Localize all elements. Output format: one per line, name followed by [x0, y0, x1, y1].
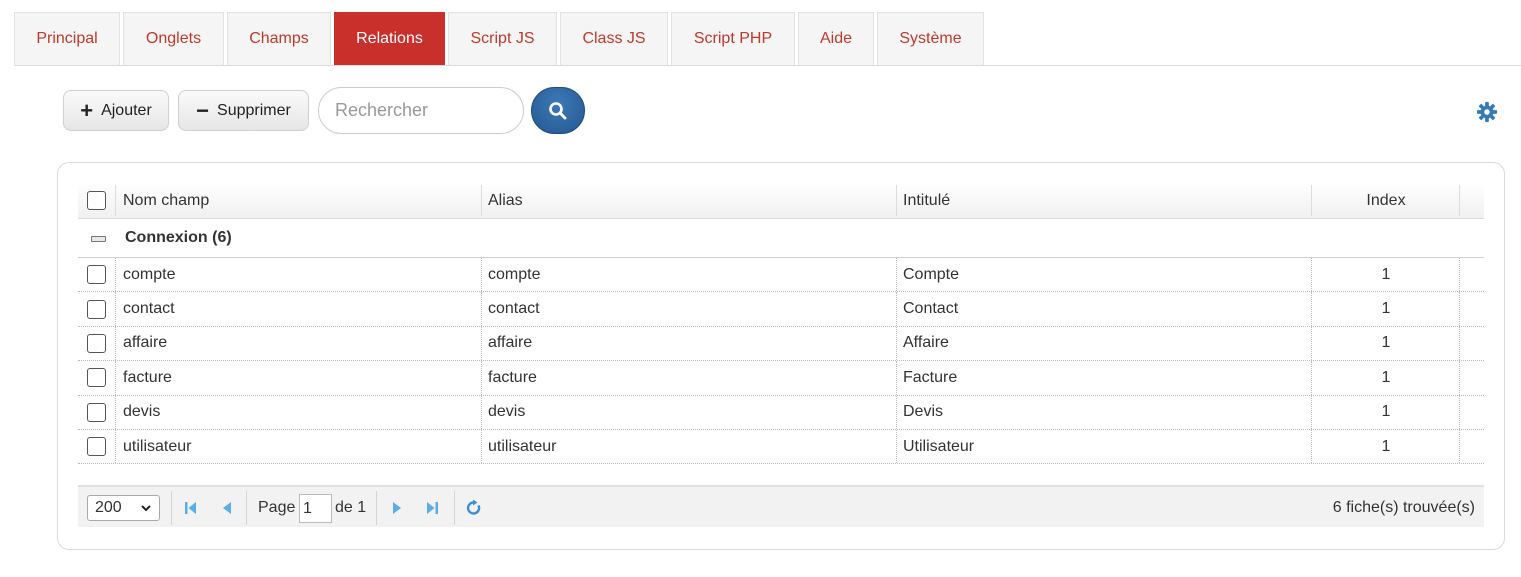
cell-intitule: Compte	[903, 265, 960, 283]
gear-icon[interactable]	[1476, 101, 1498, 123]
pager: 200 Page de 1 6 fiche(s) trouvée(s)	[78, 485, 1484, 527]
records-count: 6 fiche(s) trouvée(s)	[1332, 499, 1475, 516]
tab-systeme[interactable]: Système	[877, 12, 984, 65]
cell-index: 1	[1381, 437, 1391, 455]
row-checkbox[interactable]	[87, 437, 106, 457]
search-icon	[549, 101, 567, 119]
row-checkbox[interactable]	[87, 265, 106, 285]
add-button[interactable]: + Ajouter	[63, 90, 169, 131]
row-checkbox[interactable]	[87, 299, 106, 319]
grid-panel: Nom champ Alias Intitulé Index Connexion…	[57, 162, 1505, 550]
group-label: Connexion (6)	[125, 229, 232, 246]
row-checkbox[interactable]	[87, 333, 106, 353]
last-page-icon[interactable]	[423, 499, 441, 517]
relations-grid: Nom champ Alias Intitulé Index Connexion…	[78, 183, 1484, 465]
delete-button[interactable]: − Supprimer	[178, 90, 309, 131]
cell-index: 1	[1381, 368, 1391, 386]
cell-alias: devis	[488, 403, 526, 421]
page-number-input[interactable]	[299, 494, 332, 523]
row-checkbox[interactable]	[87, 368, 106, 388]
column-header-nom-champ[interactable]: Nom champ	[123, 183, 209, 218]
minus-icon: −	[196, 97, 210, 123]
cell-index: 1	[1381, 300, 1391, 318]
tab-onglets[interactable]: Onglets	[123, 12, 224, 65]
table-row[interactable]: contact contact Contact 1	[78, 292, 1484, 327]
prev-page-icon[interactable]	[218, 499, 236, 517]
cell-alias: contact	[488, 300, 540, 318]
cell-alias: facture	[488, 368, 537, 386]
cell-alias: affaire	[488, 334, 533, 352]
cell-intitule: Devis	[903, 403, 944, 421]
cell-intitule: Affaire	[903, 334, 949, 352]
cell-intitule: Facture	[903, 368, 958, 386]
cell-alias: compte	[488, 265, 541, 283]
cell-nom-champ: compte	[123, 265, 176, 283]
cell-nom-champ: facture	[123, 368, 172, 386]
tab-bar: Principal Onglets Champs Relations Scrip…	[14, 12, 1521, 66]
table-row[interactable]: utilisateur utilisateur Utilisateur 1	[78, 429, 1484, 465]
refresh-icon[interactable]	[465, 499, 483, 517]
cell-intitule: Contact	[903, 300, 959, 318]
tab-aide[interactable]: Aide	[798, 12, 874, 65]
page-size-select[interactable]: 200	[87, 495, 160, 521]
chevron-down-icon	[141, 505, 151, 512]
group-row-connexion[interactable]: Connexion (6)	[78, 219, 1484, 258]
cell-intitule: Utilisateur	[903, 437, 975, 455]
page-total-label: de 1	[335, 499, 367, 516]
tab-script-js[interactable]: Script JS	[448, 12, 557, 65]
column-header-intitule[interactable]: Intitulé	[903, 183, 950, 218]
cell-index: 1	[1381, 403, 1391, 421]
collapse-icon[interactable]	[91, 236, 106, 242]
table-row[interactable]: devis devis Devis 1	[78, 395, 1484, 430]
cell-index: 1	[1381, 265, 1391, 283]
tab-champs[interactable]: Champs	[227, 12, 331, 65]
first-page-icon[interactable]	[182, 499, 200, 517]
grid-header: Nom champ Alias Intitulé Index	[78, 183, 1484, 219]
cell-nom-champ: contact	[123, 300, 175, 318]
page-label: Page	[258, 499, 296, 516]
cell-nom-champ: devis	[123, 403, 161, 421]
plus-icon: +	[80, 97, 94, 123]
search-input[interactable]	[318, 87, 524, 134]
select-all-checkbox[interactable]	[87, 191, 106, 210]
cell-nom-champ: affaire	[123, 334, 168, 352]
tab-script-php[interactable]: Script PHP	[671, 12, 795, 65]
table-row[interactable]: facture facture Facture 1	[78, 361, 1484, 396]
next-page-icon[interactable]	[388, 499, 406, 517]
cell-index: 1	[1381, 334, 1391, 352]
search-button[interactable]	[531, 87, 585, 134]
cell-alias: utilisateur	[488, 437, 557, 455]
column-header-index[interactable]: Index	[1312, 183, 1460, 218]
add-button-label: Ajouter	[101, 101, 152, 119]
tab-class-js[interactable]: Class JS	[560, 12, 668, 65]
page-size-value: 200	[95, 499, 122, 516]
column-header-alias[interactable]: Alias	[488, 183, 523, 218]
tab-principal[interactable]: Principal	[14, 12, 120, 65]
tab-relations[interactable]: Relations	[334, 12, 445, 65]
cell-nom-champ: utilisateur	[123, 437, 192, 455]
table-row[interactable]: compte compte Compte 1	[78, 258, 1484, 293]
table-row[interactable]: affaire affaire Affaire 1	[78, 326, 1484, 362]
delete-button-label: Supprimer	[217, 101, 291, 119]
row-checkbox[interactable]	[87, 402, 106, 422]
